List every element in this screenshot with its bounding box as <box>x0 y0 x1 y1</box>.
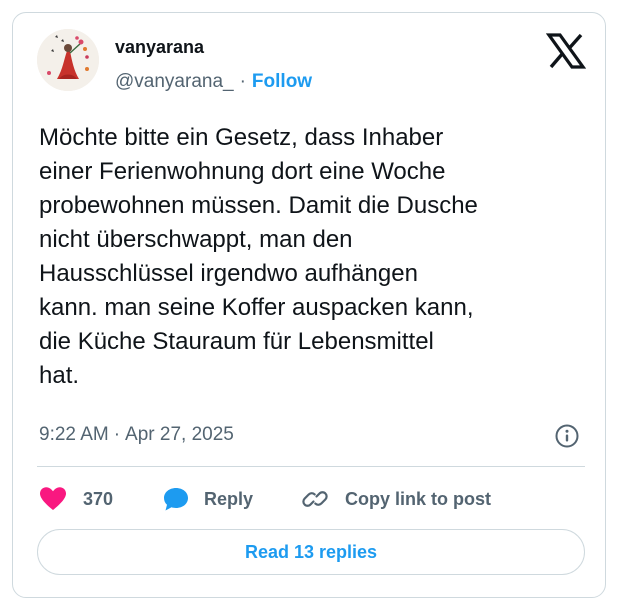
handle-line: @vanyarana_ · Follow <box>115 71 312 93</box>
tweet-text: Möchte bitte ein Gesetz, dass Inhaber ei… <box>39 121 599 393</box>
follow-link[interactable]: Follow <box>252 71 312 92</box>
tweet-text-line: Hausschlüssel irgendwo aufhängen <box>39 260 418 287</box>
tweet-date: Apr 27, 2025 <box>125 424 234 445</box>
tweet-text-line: hat. <box>39 362 80 389</box>
reply-button[interactable]: Reply <box>162 481 253 517</box>
handle-separator: · <box>239 71 246 92</box>
timestamp[interactable]: 9:22 AM · Apr 27, 2025 <box>39 424 234 446</box>
timestamp-separator: · <box>113 424 121 445</box>
x-logo-icon[interactable] <box>545 33 587 69</box>
tweet-text-line: nicht überschwappt, man den <box>39 226 353 253</box>
copy-link-button[interactable]: Copy link to post <box>301 481 491 517</box>
avatar-illustration <box>37 29 99 91</box>
tweet-time: 9:22 AM <box>39 424 109 445</box>
divider <box>37 466 585 467</box>
display-name[interactable]: vanyarana <box>115 37 204 58</box>
tweet-text-line: kann. man seine Koffer auspacken kann, <box>39 294 474 321</box>
info-icon[interactable] <box>554 423 580 449</box>
like-button[interactable]: 370 <box>39 481 113 517</box>
copy-link-label: Copy link to post <box>345 488 491 509</box>
tweet-text-line: die Küche Stauraum für Lebensmittel <box>39 328 434 355</box>
tweet-card: vanyarana @vanyarana_ · Follow Möchte bitt… <box>12 12 606 598</box>
link-icon <box>302 491 328 507</box>
read-replies-button[interactable]: Read 13 replies <box>37 529 585 575</box>
like-count: 370 <box>83 488 114 509</box>
handle[interactable]: @vanyarana_ <box>115 71 234 92</box>
reply-label: Reply <box>204 488 254 509</box>
action-bar: 370 Reply Copy link to post <box>37 481 585 517</box>
heart-icon <box>40 487 66 510</box>
tweet-text-line: probewohnen müssen. Damit die Dusche <box>39 192 478 219</box>
read-replies-label: Read 13 replies <box>244 541 378 562</box>
reply-bubble-icon <box>164 488 188 511</box>
avatar[interactable] <box>37 29 99 91</box>
tweet-text-line: einer Ferienwohnung dort eine Woche <box>39 158 446 185</box>
tweet-text-line: Möchte bitte ein Gesetz, dass Inhaber <box>39 124 444 151</box>
